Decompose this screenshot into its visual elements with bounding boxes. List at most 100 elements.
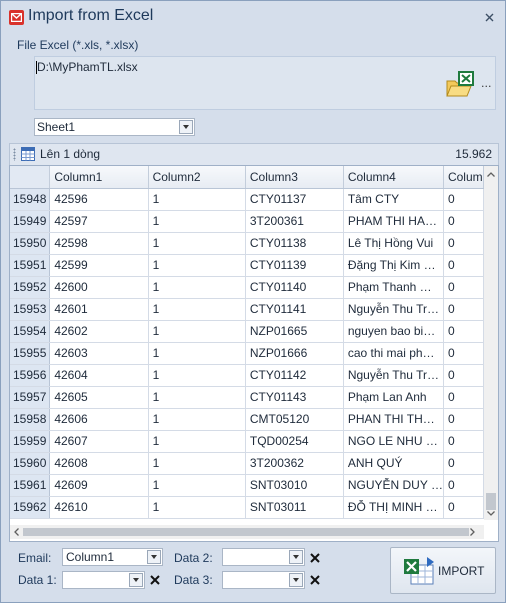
table-cell[interactable]: 0 <box>443 254 484 277</box>
column-header[interactable]: Column3 <box>245 166 344 189</box>
table-row[interactable]: 15956 42604 1 CTY01142 Nguyễn Thu Tr… 0 <box>10 364 484 387</box>
table-cell[interactable]: 42599 <box>49 254 149 277</box>
table-cell[interactable]: 1 <box>148 364 246 387</box>
table-cell[interactable]: 1 <box>148 298 246 321</box>
scroll-up-icon[interactable] <box>487 172 495 177</box>
column-header[interactable]: Colum <box>443 166 484 189</box>
table-cell[interactable]: Lê Thị Hồng Vui <box>343 232 444 255</box>
table-cell[interactable]: 0 <box>443 430 484 453</box>
browse-button[interactable]: ... <box>481 77 492 90</box>
table-cell[interactable]: 1 <box>148 254 246 277</box>
clear-data2-icon[interactable] <box>309 552 321 564</box>
table-row[interactable]: 15948 42596 1 CTY01137 Tâm CTY 0 <box>10 188 484 211</box>
row-number-cell[interactable]: 15962 <box>10 496 51 519</box>
table-cell[interactable]: PHAM THI HA… <box>343 210 444 233</box>
clear-data3-icon[interactable] <box>309 574 321 586</box>
table-row[interactable]: 15961 42609 1 SNT03010 NGUYỄN DUY … 0 <box>10 474 484 497</box>
table-cell[interactable]: 1 <box>148 496 246 519</box>
table-cell[interactable]: ĐỖ THỊ MINH … <box>343 496 444 519</box>
chevron-down-icon[interactable] <box>179 120 193 134</box>
table-cell[interactable]: Nguyễn Thu Tr… <box>343 364 444 387</box>
horizontal-scrollbar[interactable] <box>10 525 484 539</box>
table-cell[interactable]: 0 <box>443 408 484 431</box>
file-path-text[interactable]: D:\MyPhamTL.xlsx <box>36 60 138 74</box>
row-number-cell[interactable]: 15954 <box>10 320 51 343</box>
toolbar-grip-icon[interactable] <box>13 148 16 161</box>
table-cell[interactable]: 1 <box>148 342 246 365</box>
data3-column-select[interactable] <box>222 571 305 589</box>
chevron-down-icon[interactable] <box>147 550 161 564</box>
table-cell[interactable]: 1 <box>148 320 246 343</box>
chevron-down-icon[interactable] <box>289 550 303 564</box>
table-cell[interactable]: 42604 <box>49 364 149 387</box>
table-cell[interactable]: 1 <box>148 408 246 431</box>
column-header[interactable]: Column2 <box>148 166 246 189</box>
table-cell[interactable]: 1 <box>148 452 246 475</box>
table-cell[interactable]: 0 <box>443 364 484 387</box>
row-number-cell[interactable]: 15955 <box>10 342 51 365</box>
row-number-cell[interactable]: 15956 <box>10 364 51 387</box>
table-cell[interactable]: 3T200361 <box>245 210 344 233</box>
table-cell[interactable]: 1 <box>148 430 246 453</box>
scroll-left-icon[interactable] <box>14 528 19 536</box>
excel-open-folder-icon[interactable] <box>445 69 477 99</box>
clear-data1-icon[interactable] <box>149 574 161 586</box>
table-cell[interactable]: 1 <box>148 276 246 299</box>
table-cell[interactable]: NGO LE NHU … <box>343 430 444 453</box>
email-column-select[interactable]: Column1 <box>62 548 163 566</box>
row-number-cell[interactable]: 15949 <box>10 210 51 233</box>
row-number-cell[interactable]: 15961 <box>10 474 51 497</box>
sheet-select[interactable]: Sheet1 <box>34 118 195 136</box>
table-cell[interactable]: CTY01143 <box>245 386 344 409</box>
table-cell[interactable]: 0 <box>443 232 484 255</box>
table-cell[interactable]: 1 <box>148 210 246 233</box>
table-cell[interactable]: 1 <box>148 386 246 409</box>
table-cell[interactable]: Tâm CTY <box>343 188 444 211</box>
table-cell[interactable]: Phạm Lan Anh <box>343 386 444 409</box>
table-cell[interactable]: 42597 <box>49 210 149 233</box>
move-up-one-row-button[interactable]: Lên 1 dòng <box>40 147 100 161</box>
table-cell[interactable]: CTY01142 <box>245 364 344 387</box>
table-row[interactable]: 15960 42608 1 3T200362 ANH QUÝ 0 <box>10 452 484 475</box>
table-cell[interactable]: CTY01140 <box>245 276 344 299</box>
table-cell[interactable]: NZP01665 <box>245 320 344 343</box>
table-cell[interactable]: 42609 <box>49 474 149 497</box>
table-cell[interactable]: 42598 <box>49 232 149 255</box>
table-cell[interactable]: 0 <box>443 188 484 211</box>
table-cell[interactable]: 0 <box>443 496 484 519</box>
table-cell[interactable]: nguyen bao bi… <box>343 320 444 343</box>
row-number-cell[interactable]: 15957 <box>10 386 51 409</box>
table-cell[interactable]: 3T200362 <box>245 452 344 475</box>
table-cell[interactable]: SNT03011 <box>245 496 344 519</box>
table-cell[interactable]: CTY01137 <box>245 188 344 211</box>
data1-column-select[interactable] <box>62 571 145 589</box>
column-header[interactable]: Column4 <box>343 166 444 189</box>
table-cell[interactable]: 42605 <box>49 386 149 409</box>
table-cell[interactable]: 1 <box>148 474 246 497</box>
table-row[interactable]: 15952 42600 1 CTY01140 Phạm Thanh … 0 <box>10 276 484 299</box>
table-cell[interactable]: 0 <box>443 452 484 475</box>
table-row[interactable]: 15954 42602 1 NZP01665 nguyen bao bi… 0 <box>10 320 484 343</box>
table-move-up-icon[interactable] <box>21 147 35 161</box>
table-row[interactable]: 15953 42601 1 CTY01141 Nguyễn Thu Tr… 0 <box>10 298 484 321</box>
table-cell[interactable]: CMT05120 <box>245 408 344 431</box>
table-cell[interactable]: 42600 <box>49 276 149 299</box>
chevron-down-icon[interactable] <box>289 573 303 587</box>
row-number-cell[interactable]: 15948 <box>10 188 51 211</box>
table-cell[interactable]: 42607 <box>49 430 149 453</box>
row-number-cell[interactable]: 15959 <box>10 430 51 453</box>
table-cell[interactable]: CTY01141 <box>245 298 344 321</box>
table-cell[interactable]: 1 <box>148 232 246 255</box>
table-row[interactable]: 15950 42598 1 CTY01138 Lê Thị Hồng Vui 0 <box>10 232 484 255</box>
horizontal-scroll-thumb[interactable] <box>23 528 469 536</box>
table-cell[interactable]: Đặng Thị Kim … <box>343 254 444 277</box>
scroll-right-icon[interactable] <box>470 528 475 536</box>
file-path-field[interactable]: D:\MyPhamTL.xlsx ... <box>34 56 496 110</box>
table-cell[interactable]: Phạm Thanh … <box>343 276 444 299</box>
table-cell[interactable]: 42608 <box>49 452 149 475</box>
table-row[interactable]: 15962 42610 1 SNT03011 ĐỖ THỊ MINH … 0 <box>10 496 484 519</box>
table-cell[interactable]: PHAN THI TH… <box>343 408 444 431</box>
table-cell[interactable]: 0 <box>443 298 484 321</box>
table-row[interactable]: 15951 42599 1 CTY01139 Đặng Thị Kim … 0 <box>10 254 484 277</box>
close-button[interactable] <box>481 9 497 25</box>
